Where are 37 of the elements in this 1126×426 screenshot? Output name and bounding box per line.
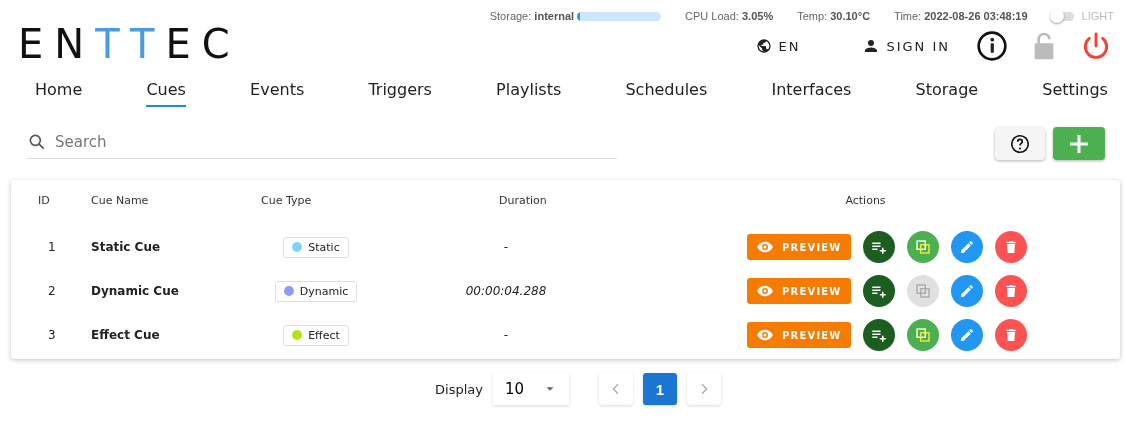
- nav-tab[interactable]: Interfaces: [771, 76, 852, 107]
- column-header: Duration: [498, 193, 548, 209]
- sign-in-button[interactable]: SIGN IN: [856, 36, 956, 56]
- nav-tab[interactable]: Schedules: [625, 76, 708, 107]
- cue-name: Effect Cue: [91, 328, 160, 342]
- nav-tab[interactable]: Home: [35, 76, 83, 107]
- page-button[interactable]: 1: [642, 373, 677, 405]
- nav-tab[interactable]: Triggers: [368, 76, 432, 107]
- page-size-select[interactable]: 10: [492, 373, 569, 405]
- cue-type-chip: Dynamic: [274, 280, 358, 302]
- nav-tab[interactable]: Settings: [1042, 76, 1108, 107]
- duration: 00:00:04.288: [465, 284, 547, 298]
- nav-tab[interactable]: Storage: [915, 76, 979, 107]
- duration: -: [503, 328, 509, 342]
- duration: -: [503, 240, 509, 254]
- column-header: Cue Name: [91, 193, 150, 209]
- display-label: Display: [435, 381, 483, 397]
- column-header: Cue Type: [261, 193, 313, 209]
- cpu-load: CPU Load: 3.05%: [685, 10, 774, 22]
- cue-type-chip: Static: [283, 236, 349, 258]
- table-cell: 2: [48, 284, 56, 298]
- cue-type-chip: Effect: [283, 324, 349, 346]
- theme-label: LIGHT: [1081, 10, 1114, 22]
- cue-name: Dynamic Cue: [91, 284, 179, 298]
- column-header: Actions: [844, 193, 887, 209]
- time: Time: 2022-08-26 03:48:19: [894, 10, 1028, 22]
- storage-status: Storage: internal: [489, 10, 575, 22]
- cue-name: Static Cue: [91, 240, 161, 254]
- nav-tab[interactable]: Events: [250, 76, 305, 107]
- temperature: Temp: 30.10°C: [797, 10, 871, 22]
- language-button[interactable]: EN: [750, 37, 807, 55]
- table-cell: 1: [48, 240, 56, 254]
- column-header: ID: [37, 193, 51, 209]
- table-cell: 3: [48, 328, 56, 342]
- logo: EN TT EC: [17, 21, 241, 67]
- nav-tab[interactable]: Playlists: [496, 76, 562, 107]
- nav-tab[interactable]: Cues: [146, 76, 186, 107]
